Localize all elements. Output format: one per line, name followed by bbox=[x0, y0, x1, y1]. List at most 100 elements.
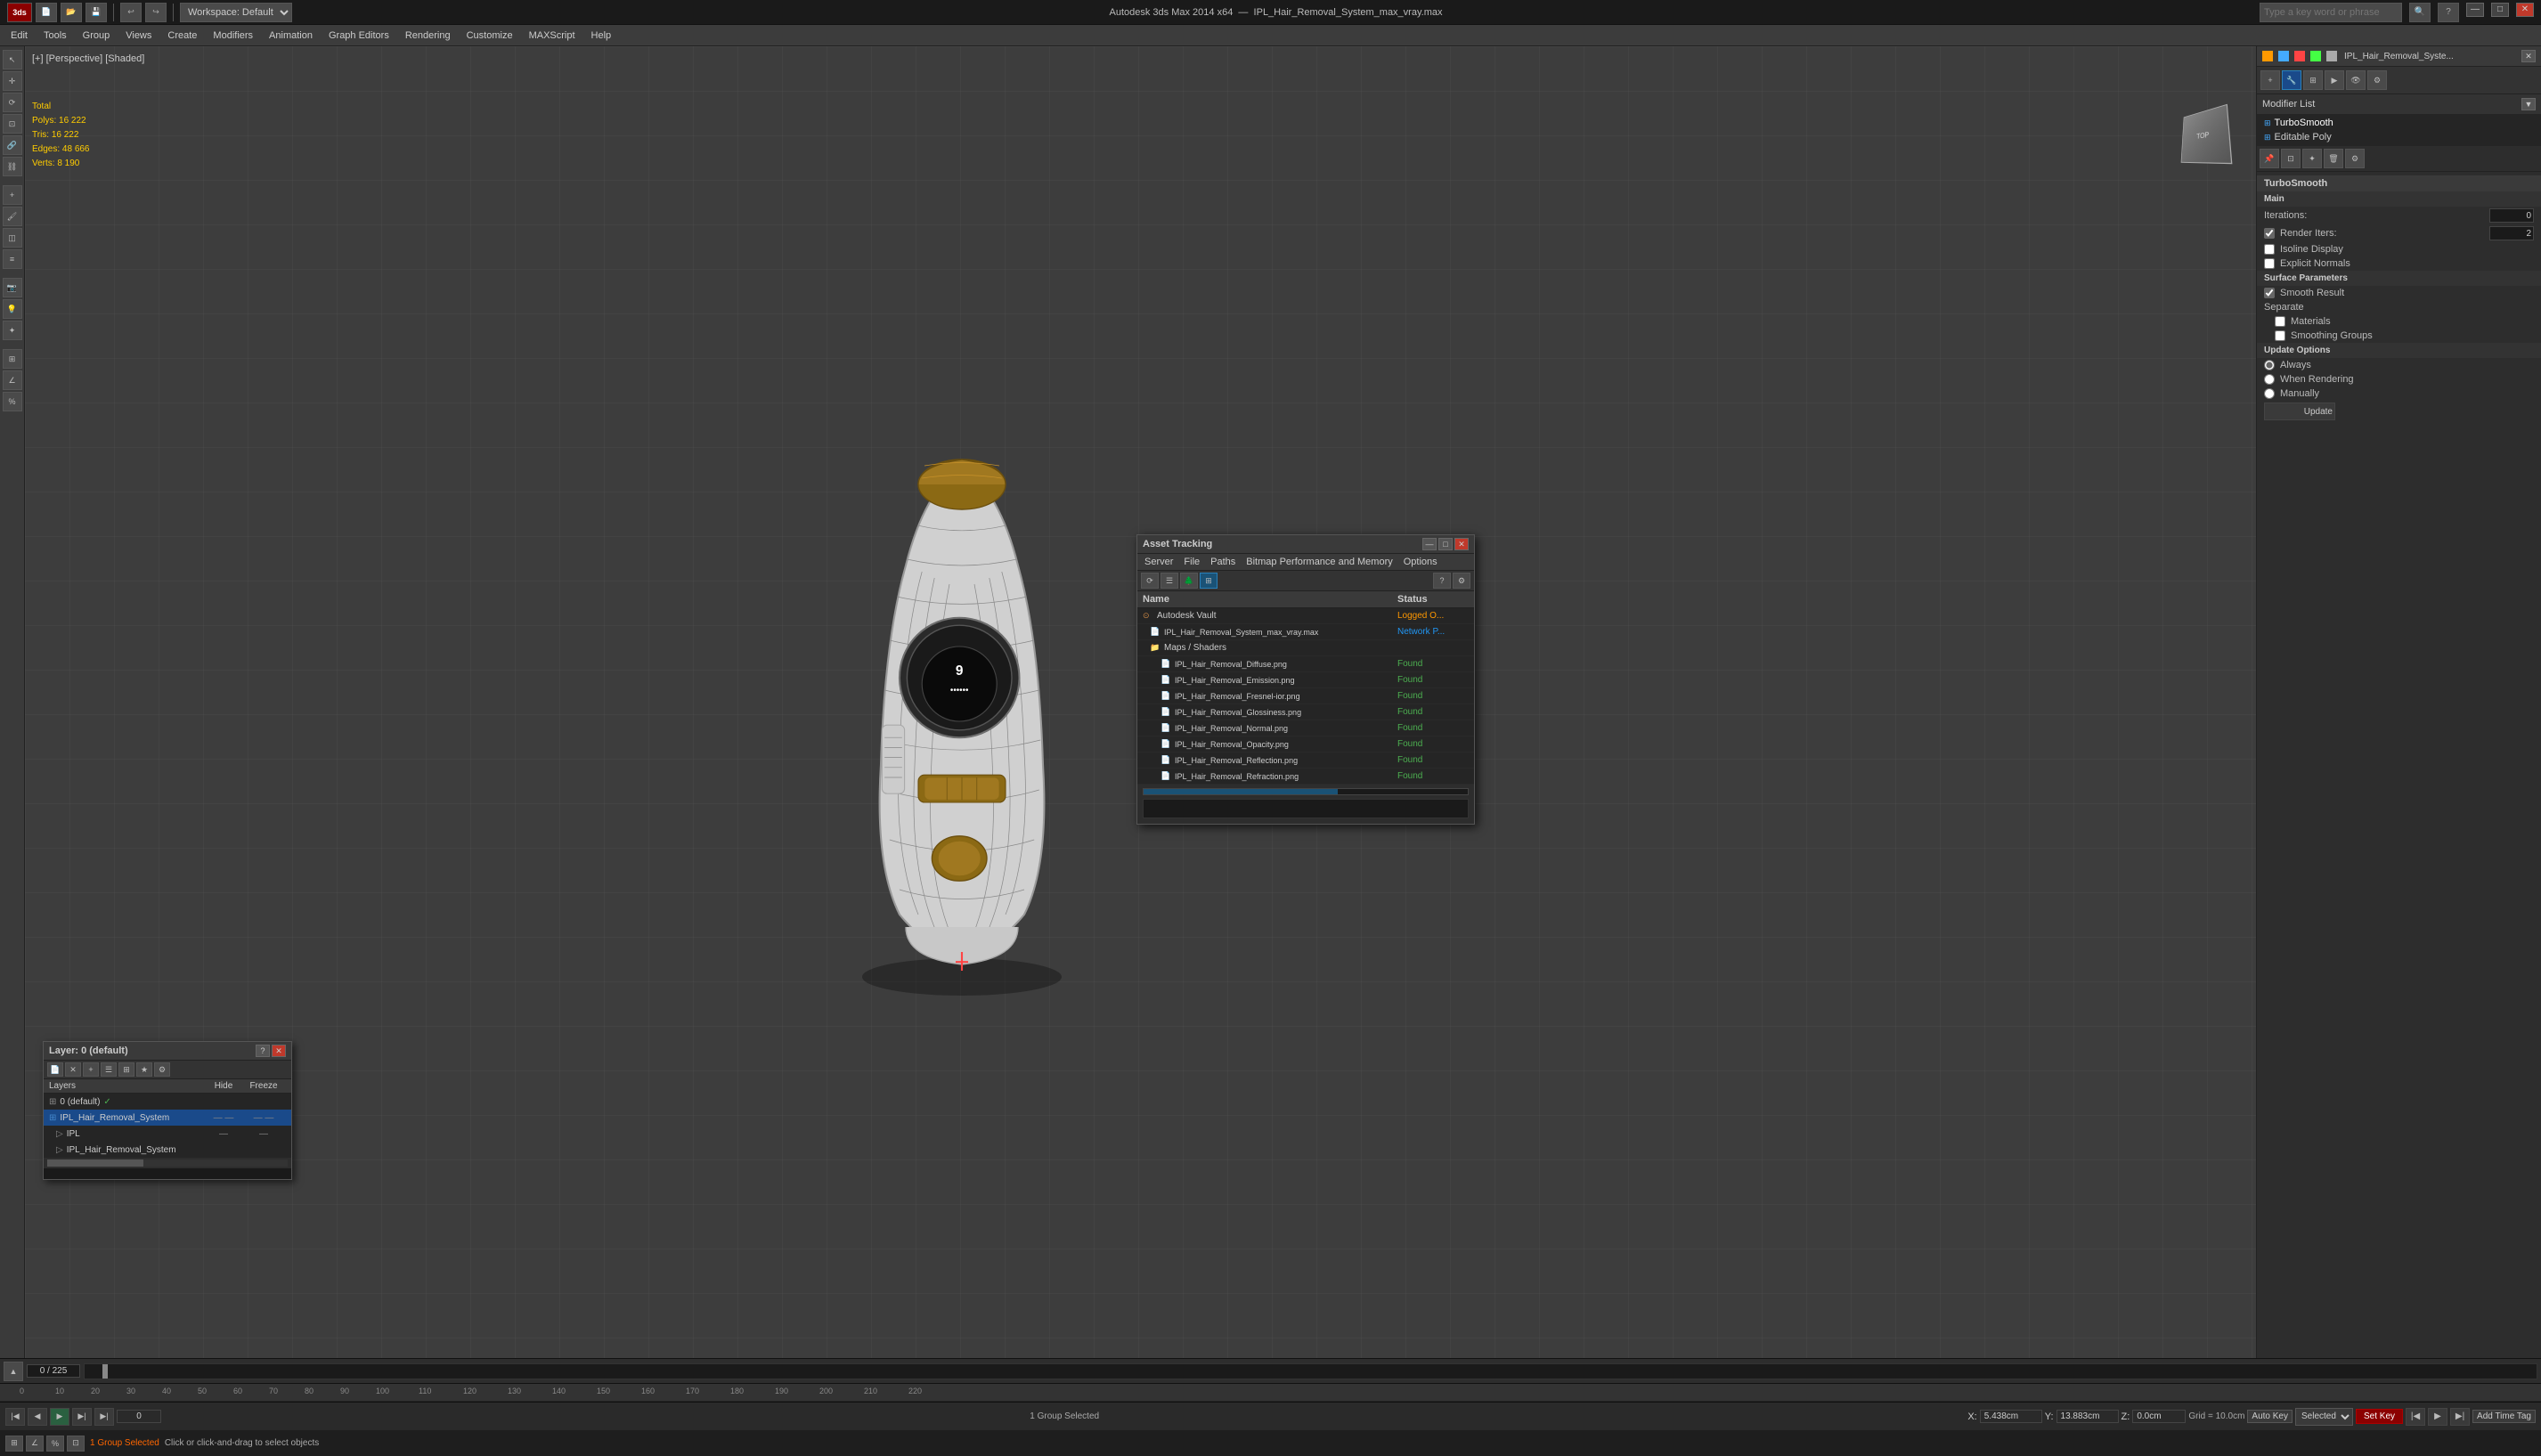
at-menu-paths[interactable]: Paths bbox=[1207, 556, 1239, 568]
at-row-reflection[interactable]: 📄 IPL_Hair_Removal_Reflection.png Found bbox=[1137, 752, 1474, 769]
nav-cube-shape[interactable]: TOP bbox=[2181, 104, 2233, 165]
play-btn[interactable]: ▶ bbox=[50, 1408, 69, 1426]
unlink-btn[interactable]: ⛓ bbox=[3, 157, 22, 176]
lp-row-ipl-system-hide[interactable]: — — bbox=[206, 1113, 241, 1123]
menu-tools[interactable]: Tools bbox=[37, 28, 74, 43]
camera-btn[interactable]: 📷 bbox=[3, 278, 22, 297]
at-row-refraction[interactable]: 📄 IPL_Hair_Removal_Refraction.png Found bbox=[1137, 769, 1474, 785]
panel-display-icon[interactable]: 👁 bbox=[2346, 70, 2366, 90]
lp-delete-btn[interactable]: ✕ bbox=[65, 1062, 81, 1077]
snap-btn[interactable]: ⊞ bbox=[3, 349, 22, 369]
pin-stack-icon[interactable]: 📌 bbox=[2260, 149, 2279, 168]
ts-smoothgroups-check[interactable] bbox=[2275, 330, 2285, 341]
panel-modify-icon[interactable]: 🔧 bbox=[2282, 70, 2301, 90]
auto-key-btn[interactable]: Auto Key bbox=[2247, 1410, 2293, 1423]
lp-add-selection-btn[interactable]: + bbox=[83, 1062, 99, 1077]
ts-always-radio[interactable] bbox=[2264, 360, 2275, 370]
workspace-dropdown[interactable]: Workspace: Default bbox=[180, 3, 292, 22]
percent-btn[interactable]: % bbox=[3, 392, 22, 411]
ts-iterations-input[interactable] bbox=[2489, 208, 2534, 223]
menu-maxscript[interactable]: MAXScript bbox=[522, 28, 582, 43]
link-btn[interactable]: 🔗 bbox=[3, 135, 22, 155]
menu-views[interactable]: Views bbox=[118, 28, 159, 43]
helper-btn[interactable]: ✦ bbox=[3, 321, 22, 340]
undo-btn[interactable]: ↩ bbox=[120, 3, 142, 22]
rotate-btn[interactable]: ⟳ bbox=[3, 93, 22, 112]
ts-when-rendering-radio[interactable] bbox=[2264, 374, 2275, 385]
rp-close-btn[interactable]: ✕ bbox=[2521, 50, 2536, 62]
current-frame-input[interactable] bbox=[117, 1410, 161, 1423]
lp-row-default[interactable]: ⊞ 0 (default) ✓ bbox=[44, 1094, 291, 1110]
minimize-btn[interactable]: — bbox=[2466, 3, 2484, 17]
ts-render-iters-input[interactable] bbox=[2489, 226, 2534, 240]
lp-body[interactable]: ⊞ 0 (default) ✓ ⊞ IPL_Hair_Removal_Syste… bbox=[44, 1094, 291, 1158]
menu-create[interactable]: Create bbox=[160, 28, 204, 43]
ts-render-iters-check[interactable] bbox=[2264, 228, 2275, 239]
prev-frame-btn[interactable]: ◀ bbox=[28, 1408, 47, 1426]
timeline-bar[interactable] bbox=[84, 1363, 2537, 1379]
snap-toggle[interactable]: ⊞ bbox=[5, 1436, 23, 1452]
at-row-normal[interactable]: 📄 IPL_Hair_Removal_Normal.png Found bbox=[1137, 720, 1474, 736]
light-btn[interactable]: 💡 bbox=[3, 299, 22, 319]
at-menu-options[interactable]: Options bbox=[1400, 556, 1441, 568]
lp-row-ipl-obj[interactable]: ▷ IPL_Hair_Removal_System bbox=[44, 1142, 291, 1158]
play-prev-key-btn[interactable]: |◀ bbox=[5, 1408, 25, 1426]
next-frame-btn[interactable]: ▶| bbox=[72, 1408, 92, 1426]
remove-modifier-icon[interactable]: 🗑 bbox=[2324, 149, 2343, 168]
paint-btn[interactable]: 🖌 bbox=[3, 207, 22, 226]
select-btn[interactable]: ↖ bbox=[3, 50, 22, 69]
new-btn[interactable]: 📄 bbox=[36, 3, 57, 22]
y-coord-input[interactable] bbox=[2056, 1410, 2119, 1423]
lp-select-layer-btn[interactable]: ☰ bbox=[101, 1062, 117, 1077]
panel-create-icon[interactable]: + bbox=[2260, 70, 2280, 90]
at-list-btn[interactable]: ☰ bbox=[1161, 573, 1178, 589]
make-unique-icon[interactable]: ✦ bbox=[2302, 149, 2322, 168]
ts-manually-radio[interactable] bbox=[2264, 388, 2275, 399]
spinner-snap-toggle[interactable]: ⊡ bbox=[67, 1436, 85, 1452]
at-row-emission[interactable]: 📄 IPL_Hair_Removal_Emission.png Found bbox=[1137, 672, 1474, 688]
at-table-btn[interactable]: ⊞ bbox=[1200, 573, 1218, 589]
at-row-vault[interactable]: ⊙ Autodesk Vault Logged O... bbox=[1137, 608, 1474, 624]
help-btn[interactable]: ? bbox=[2438, 3, 2459, 22]
lp-row-ipl[interactable]: ▷ IPL — — bbox=[44, 1126, 291, 1142]
ts-isoline-check[interactable] bbox=[2264, 244, 2275, 255]
modifier-editable-poly[interactable]: ⊞ Editable Poly bbox=[2259, 130, 2539, 144]
panel-utilities-icon[interactable]: ⚙ bbox=[2367, 70, 2387, 90]
panel-hierarchy-icon[interactable]: ⊞ bbox=[2303, 70, 2323, 90]
at-row-glossiness[interactable]: 📄 IPL_Hair_Removal_Glossiness.png Found bbox=[1137, 704, 1474, 720]
add-time-tag-btn[interactable]: Add Time Tag bbox=[2472, 1410, 2536, 1423]
next-key-btn-2[interactable]: ▶| bbox=[2450, 1408, 2470, 1426]
at-settings-btn[interactable]: ⚙ bbox=[1453, 573, 1470, 589]
maximize-btn[interactable]: □ bbox=[2491, 3, 2509, 17]
ts-materials-check[interactable] bbox=[2275, 316, 2285, 327]
at-row-fresnel[interactable]: 📄 IPL_Hair_Removal_Fresnel-ior.png Found bbox=[1137, 688, 1474, 704]
ts-title[interactable]: TurboSmooth bbox=[2257, 175, 2541, 191]
lp-row-ipl-freeze[interactable]: — bbox=[241, 1129, 286, 1139]
create-btn[interactable]: + bbox=[3, 185, 22, 205]
percent-snap-toggle[interactable]: % bbox=[46, 1436, 64, 1452]
ts-surface-label[interactable]: Surface Parameters bbox=[2257, 271, 2541, 286]
at-minimize-btn[interactable]: — bbox=[1422, 538, 1437, 550]
at-refresh-btn[interactable]: ⟳ bbox=[1141, 573, 1159, 589]
open-btn[interactable]: 📂 bbox=[61, 3, 82, 22]
ts-update-button[interactable]: Update bbox=[2264, 403, 2335, 420]
at-table-body[interactable]: ⊙ Autodesk Vault Logged O... 📄 IPL_Hair_… bbox=[1137, 608, 1474, 785]
close-btn[interactable]: ✕ bbox=[2516, 3, 2534, 17]
menu-edit[interactable]: Edit bbox=[4, 28, 35, 43]
at-row-diffuse[interactable]: 📄 IPL_Hair_Removal_Diffuse.png Found bbox=[1137, 656, 1474, 672]
show-end-result-icon[interactable]: ⊡ bbox=[2281, 149, 2301, 168]
lp-select-objects-btn[interactable]: ⊞ bbox=[118, 1062, 134, 1077]
menu-modifiers[interactable]: Modifiers bbox=[206, 28, 260, 43]
menu-group[interactable]: Group bbox=[76, 28, 118, 43]
lp-row-ipl-system-freeze[interactable]: — — bbox=[241, 1113, 286, 1123]
align-btn[interactable]: ≡ bbox=[3, 249, 22, 269]
ts-main-label[interactable]: Main bbox=[2257, 191, 2541, 207]
z-coord-input[interactable] bbox=[2132, 1410, 2186, 1423]
lp-help-btn[interactable]: ? bbox=[256, 1045, 270, 1057]
config-modifier-icon[interactable]: ⚙ bbox=[2345, 149, 2365, 168]
lp-close-btn[interactable]: ✕ bbox=[272, 1045, 286, 1057]
at-row-maxfile[interactable]: 📄 IPL_Hair_Removal_System_max_vray.max N… bbox=[1137, 624, 1474, 640]
menu-graph-editors[interactable]: Graph Editors bbox=[322, 28, 396, 43]
at-help-btn[interactable]: ? bbox=[1433, 573, 1451, 589]
at-menu-server[interactable]: Server bbox=[1141, 556, 1177, 568]
